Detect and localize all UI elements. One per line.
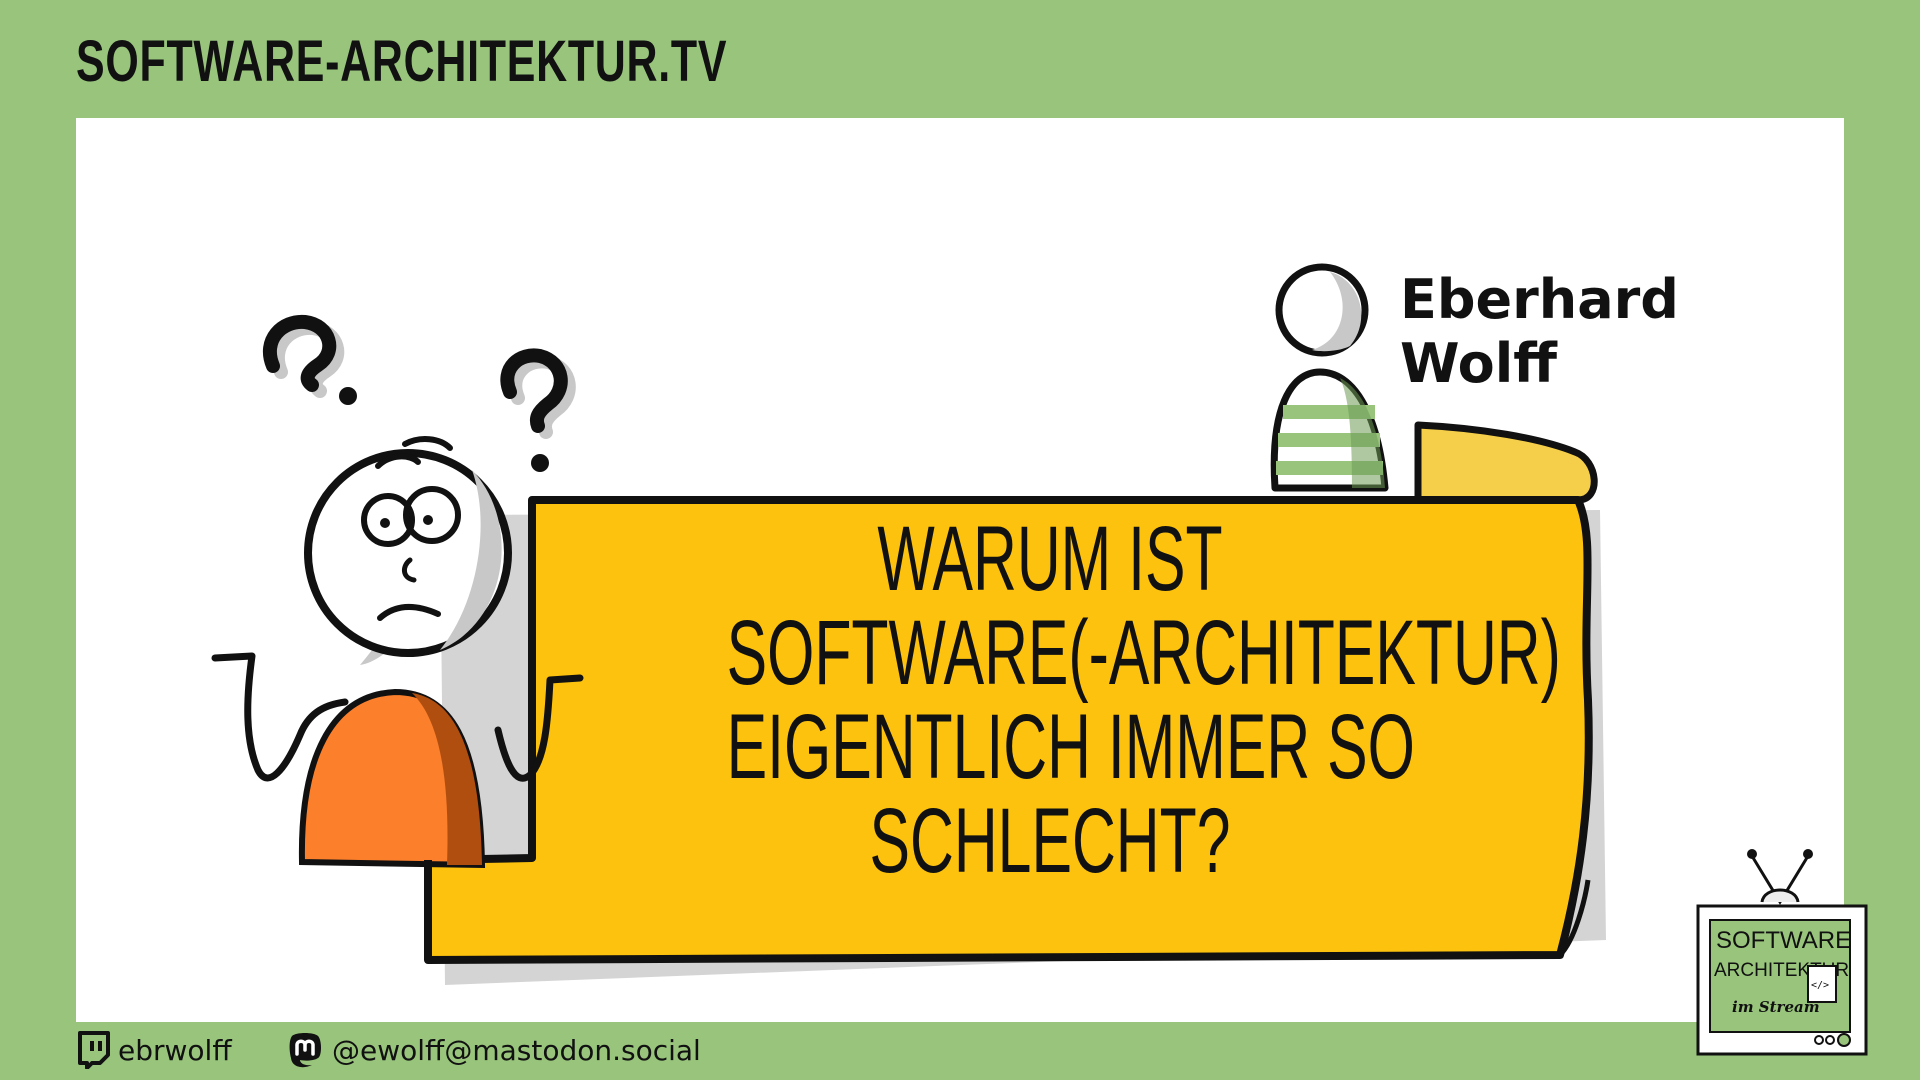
mastodon-icon — [289, 1033, 321, 1068]
presenter-figure — [1270, 263, 1389, 492]
presenter-last-name: Wolff — [1400, 332, 1557, 395]
banner-curl — [1414, 421, 1598, 504]
headline-line-3: EIGENTLICH IMMER SO — [726, 696, 1415, 798]
presenter-name: Eberhard Wolff — [1400, 268, 1679, 396]
logo-line-1: SOFTWARE — [1716, 927, 1851, 954]
presenter-first-name: Eberhard — [1400, 268, 1679, 331]
banner-headline: WARUM IST SOFTWARE(-ARCHITEKTUR) EIGENTL… — [726, 508, 1561, 892]
logo-line-3: im Stream — [1732, 998, 1820, 1016]
headline-line-2: SOFTWARE(-ARCHITEKTUR) — [726, 602, 1561, 704]
mastodon-handle: @ewolff@mastodon.social — [332, 1033, 701, 1067]
mastodon-link[interactable]: @ewolff@mastodon.social — [286, 1028, 701, 1072]
twitch-link[interactable]: ebrwolff — [76, 1028, 232, 1072]
logo-code-glyph: </> — [1811, 980, 1829, 991]
twitch-handle: ebrwolff — [118, 1033, 232, 1067]
twitch-icon — [78, 1031, 110, 1069]
headline-line-1: WARUM IST — [877, 508, 1223, 610]
software-architektur-logo: SOFTWARE ARCHITEKTUR im Stream </> — [1696, 849, 1868, 1056]
headline-line-4: SCHLECHT? — [869, 790, 1231, 892]
